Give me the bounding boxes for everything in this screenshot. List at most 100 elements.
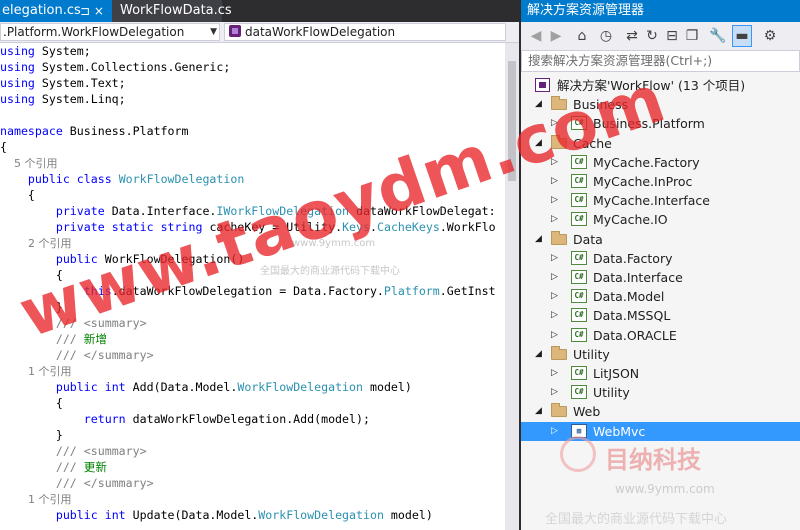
collapsed-arrow-icon[interactable]: ▷ [551, 306, 558, 325]
properties-icon[interactable]: 🔧 [709, 26, 727, 46]
code-line[interactable]: using System.Collections.Generic; [0, 59, 230, 75]
tree-folder[interactable]: ◢ Data [521, 230, 800, 249]
show-all-files-icon[interactable]: ❐ [683, 26, 701, 46]
code-line[interactable]: using System; [0, 43, 91, 59]
history-icon[interactable]: ◷ [597, 26, 615, 46]
settings-icon[interactable]: ⚙ [761, 26, 779, 46]
tree-folder[interactable]: ◢ Utility [521, 345, 800, 364]
collapsed-arrow-icon[interactable]: ▷ [551, 114, 558, 133]
code-token: using [0, 44, 35, 58]
code-line[interactable]: /// </summary> [0, 347, 154, 363]
search-input[interactable]: 搜索解决方案资源管理器(Ctrl+;) [521, 50, 800, 72]
reference-count[interactable]: 1 个引用 [0, 493, 72, 506]
forward-icon[interactable]: ▶ [547, 26, 565, 46]
code-line[interactable]: { [0, 139, 7, 155]
collapsed-arrow-icon[interactable]: ▷ [551, 287, 558, 306]
tab-workflow-delegation[interactable]: elegation.cs ⊐ × [0, 0, 112, 22]
tree-folder[interactable]: ◢ Web [521, 402, 800, 421]
expanded-arrow-icon[interactable]: ◢ [535, 134, 542, 153]
tree-project[interactable]: ▷ C# MyCache.InProc [521, 172, 800, 191]
tree-project[interactable]: ▷ C# Business.Platform [521, 114, 800, 133]
collapsed-arrow-icon[interactable]: ▷ [551, 210, 558, 229]
collapsed-arrow-icon[interactable]: ▷ [551, 153, 558, 172]
tree-project[interactable]: ▷ C# MyCache.Interface [521, 191, 800, 210]
code-line[interactable]: } [0, 299, 63, 315]
code-line[interactable]: using System.Linq; [0, 91, 126, 107]
code-line[interactable]: 1 个引用 [0, 491, 72, 507]
collapse-all-icon[interactable]: ⊟ [663, 26, 681, 46]
home-icon[interactable]: ⌂ [573, 26, 591, 46]
tree-project[interactable]: ▷ C# Data.Model [521, 287, 800, 306]
vertical-scrollbar[interactable] [505, 43, 519, 530]
code-line[interactable]: this.dataWorkFlowDelegation = Data.Facto… [0, 283, 496, 299]
collapsed-arrow-icon[interactable]: ▷ [551, 268, 558, 287]
member-dropdown[interactable]: dataWorkFlowDelegation [224, 23, 506, 41]
code-area[interactable]: using System; using System.Collections.Ge… [0, 43, 505, 530]
refresh-icon[interactable]: ↻ [643, 26, 661, 46]
code-line[interactable]: public int Update(Data.Model.WorkFlowDel… [0, 507, 433, 523]
tree-project[interactable]: ▷ C# Data.Factory [521, 249, 800, 268]
code-token: namespace [0, 124, 63, 138]
code-line[interactable]: return dataWorkFlowDelegation.Add(model)… [0, 411, 370, 427]
tree-project[interactable]: ▷ C# Data.ORACLE [521, 326, 800, 345]
code-line[interactable]: /// <summary> [0, 443, 147, 459]
code-line[interactable]: { [0, 395, 63, 411]
collapsed-arrow-icon[interactable]: ▷ [551, 172, 558, 191]
code-line[interactable]: public WorkFlowDelegation() [0, 251, 244, 267]
tab-workflow-data[interactable]: WorkFlowData.cs [112, 0, 232, 22]
expanded-arrow-icon[interactable]: ◢ [535, 95, 542, 114]
collapsed-arrow-icon[interactable]: ▷ [551, 249, 558, 268]
collapsed-arrow-icon[interactable]: ▷ [551, 422, 558, 441]
web-project-icon: ▦ [571, 423, 587, 438]
code-line[interactable]: 5 个引用 [0, 155, 58, 171]
tree-folder[interactable]: ◢ Business [521, 95, 800, 114]
code-line[interactable]: /// 新增 [0, 331, 107, 347]
code-line[interactable]: { [0, 187, 35, 203]
tree-folder[interactable]: ◢ Cache [521, 134, 800, 153]
code-line[interactable]: using System.Text; [0, 75, 126, 91]
code-line[interactable]: public int Add(Data.Model.WorkFlowDelega… [0, 379, 412, 395]
code-line[interactable]: private static string cacheKey = Utility… [0, 219, 496, 235]
code-line[interactable]: public class WorkFlowDelegation [0, 171, 244, 187]
collapsed-arrow-icon[interactable]: ▷ [551, 326, 558, 345]
tree-project[interactable]: ▷ C# Utility [521, 383, 800, 402]
expanded-arrow-icon[interactable]: ◢ [535, 230, 542, 249]
preview-icon[interactable]: ▬ [732, 25, 752, 47]
tree-project[interactable]: ▷ ▦ WebMvc [521, 421, 800, 441]
collapsed-arrow-icon[interactable]: ▷ [551, 191, 558, 210]
sync-icon[interactable]: ⇄ [623, 26, 641, 46]
tree-project[interactable]: ▷ C# Data.Interface [521, 268, 800, 287]
code-token: { [0, 268, 63, 282]
tree-solution[interactable]: 解决方案'WorkFlow' (13 个项目) [521, 76, 800, 95]
collapsed-arrow-icon[interactable]: ▷ [551, 364, 558, 383]
pin-and-close-icons[interactable]: ⊐ × [80, 0, 104, 22]
reference-count[interactable]: 2 个引用 [0, 237, 72, 250]
code-line[interactable]: { [0, 267, 63, 283]
code-line[interactable]: /// </summary> [0, 475, 154, 491]
scrollbar-thumb[interactable] [508, 61, 516, 181]
expanded-arrow-icon[interactable]: ◢ [535, 402, 542, 421]
tree-project[interactable]: ▷ C# Data.MSSQL [521, 306, 800, 325]
tree-project[interactable]: ▷ C# MyCache.IO [521, 210, 800, 229]
code-line[interactable]: /// <summary> [0, 315, 147, 331]
code-line[interactable]: } [0, 427, 63, 443]
back-icon[interactable]: ◀ [527, 26, 545, 46]
code-token: dataWorkFlowDelegat: [349, 204, 496, 218]
code-line[interactable]: namespace Business.Platform [0, 123, 188, 139]
code-line[interactable]: 1 个引用 [0, 363, 72, 379]
type-dropdown[interactable]: .Platform.WorkFlowDelegation ▼ [0, 23, 220, 41]
collapsed-arrow-icon[interactable]: ▷ [551, 383, 558, 402]
tree-project[interactable]: ▷ C# MyCache.Factory [521, 153, 800, 172]
reference-count[interactable]: 1 个引用 [0, 365, 72, 378]
reference-count[interactable]: 5 个引用 [0, 157, 58, 170]
code-line[interactable]: 2 个引用 [0, 235, 72, 251]
code-line[interactable]: private Data.Interface.IWorkFlowDelegati… [0, 203, 496, 219]
code-line[interactable]: /// 更新 [0, 459, 107, 475]
tree-project[interactable]: ▷ C# LitJSON [521, 364, 800, 383]
expanded-arrow-icon[interactable]: ◢ [535, 345, 542, 364]
tree-item-label: MyCache.InProc [593, 174, 693, 189]
